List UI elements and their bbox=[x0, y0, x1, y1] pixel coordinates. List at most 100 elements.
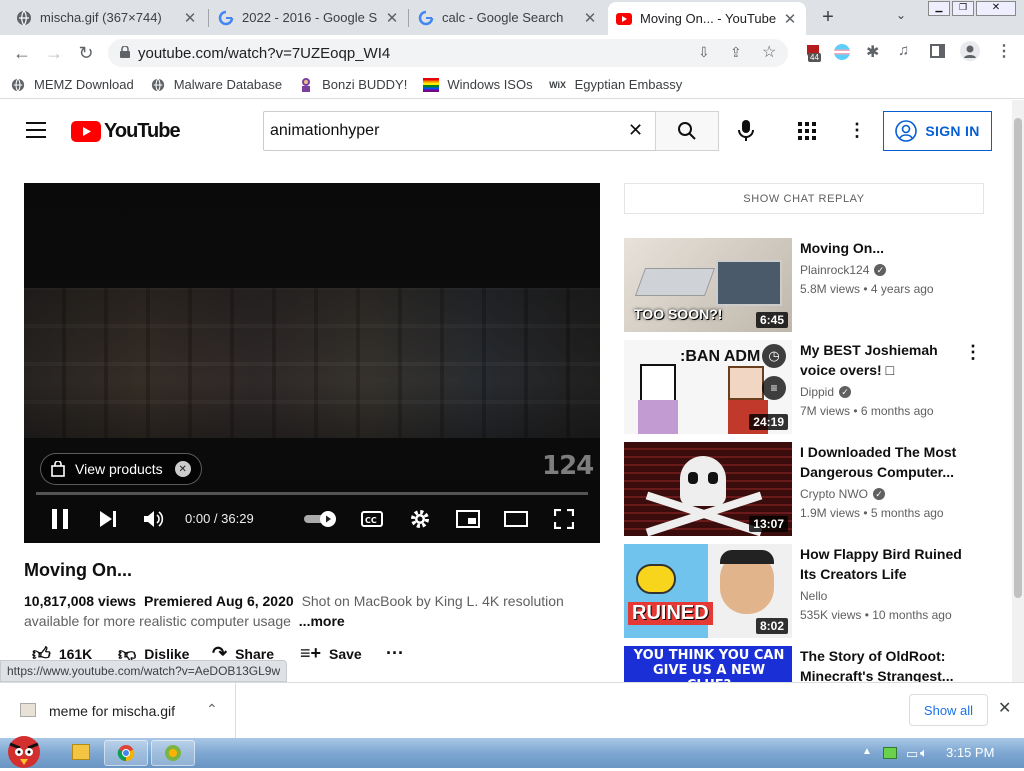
media-control-icon[interactable]: ♫ bbox=[898, 42, 909, 59]
related-video[interactable]: 13:07 I Downloaded The Most Dangerous Co… bbox=[624, 442, 994, 536]
bookmark-star-icon[interactable]: ☆ bbox=[762, 42, 776, 62]
youtube-logo-text: YouTube bbox=[104, 120, 181, 142]
tab-youtube-active[interactable]: Moving On... - YouTube ✕ bbox=[608, 2, 806, 35]
bookmark-bonzi-buddy[interactable]: Bonzi BUDDY! bbox=[298, 77, 407, 93]
next-icon[interactable] bbox=[92, 505, 124, 533]
related-video[interactable]: :BAN ADM ◷ ≡ 24:19 My BEST Joshiemah voi… bbox=[624, 340, 994, 434]
video-stats: 1.9M views • 5 months ago bbox=[800, 506, 944, 520]
address-bar[interactable]: youtube.com/watch?v=7UZEoqp_WI4 ⇩ ⇪ ☆ bbox=[108, 39, 788, 67]
rainbow-flag-icon bbox=[423, 77, 440, 93]
forward-arrow-icon[interactable]: → bbox=[40, 39, 68, 67]
video-thumbnail[interactable]: :BAN ADM ◷ ≡ 24:19 bbox=[624, 340, 792, 434]
close-shelf-icon[interactable]: ✕ bbox=[998, 698, 1011, 718]
close-tab-icon[interactable]: ✕ bbox=[582, 9, 598, 27]
volume-icon[interactable] bbox=[138, 505, 170, 533]
volume-tray-icon[interactable]: 🔈︎ bbox=[920, 745, 928, 761]
clock[interactable]: 3:15 PM bbox=[946, 745, 994, 760]
settings-more-icon[interactable]: ⋮ bbox=[848, 120, 866, 141]
window-close-icon[interactable]: ✕ bbox=[976, 1, 1016, 16]
close-tab-icon[interactable]: ✕ bbox=[182, 9, 198, 27]
hamburger-menu-icon[interactable] bbox=[26, 122, 46, 138]
show-all-button[interactable]: Show all bbox=[909, 694, 988, 726]
dismiss-icon[interactable]: ✕ bbox=[174, 461, 191, 477]
fullscreen-icon[interactable] bbox=[548, 505, 580, 533]
miniplayer-icon[interactable] bbox=[452, 505, 484, 533]
captions-icon[interactable]: CC bbox=[356, 505, 388, 533]
tab-search-chevron-icon[interactable]: ⌄ bbox=[896, 8, 906, 22]
item-menu-icon[interactable]: ⋮ bbox=[964, 342, 982, 363]
channel-name[interactable]: Crypto NWO ✓ bbox=[800, 487, 886, 501]
channel-name[interactable]: Nello bbox=[800, 589, 827, 603]
restore-icon[interactable]: ❐ bbox=[952, 1, 974, 16]
bookmark-malware-database[interactable]: Malware Database bbox=[150, 77, 282, 93]
back-arrow-icon[interactable]: ← bbox=[8, 39, 36, 67]
download-options-chevron-icon[interactable]: ⌃ bbox=[206, 701, 218, 718]
chrome-menu-icon[interactable]: ⋮ bbox=[996, 41, 1012, 61]
network-icon[interactable]: ▭ bbox=[906, 746, 918, 762]
youtube-logo[interactable]: YouTube bbox=[71, 120, 181, 143]
related-video[interactable]: YOU THINK YOU CAN GIVE US A NEW CLUE? Th… bbox=[624, 646, 994, 682]
extensions-puzzle-icon[interactable]: ✱ bbox=[866, 42, 879, 62]
tab-strip: mischa.gif (367×744) ✕ 2022 - 2016 - Goo… bbox=[0, 0, 1024, 35]
channel-label: Nello bbox=[800, 589, 828, 603]
save-button[interactable]: ≡+ Save bbox=[300, 643, 362, 664]
tab-mischa-gif[interactable]: mischa.gif (367×744) ✕ bbox=[8, 2, 206, 33]
channel-name[interactable]: Dippid ✓ bbox=[800, 385, 852, 399]
show-more-link[interactable]: ...more bbox=[299, 613, 345, 629]
clear-search-icon[interactable]: ✕ bbox=[628, 120, 643, 141]
tray-expand-icon[interactable]: ▲ bbox=[862, 746, 872, 757]
progress-bar[interactable] bbox=[36, 492, 588, 495]
file-explorer-icon[interactable] bbox=[72, 744, 90, 760]
bookmark-egyptian-embassy[interactable]: WiX Egyptian Embassy bbox=[549, 77, 682, 93]
profile-avatar-icon[interactable] bbox=[960, 41, 980, 61]
related-video[interactable]: TOO SOON?! 6:45 Moving On... Plainrock12… bbox=[624, 238, 994, 332]
thumbnail-text: TOO SOON?! bbox=[634, 306, 723, 322]
show-chat-replay-button[interactable]: SHOW CHAT REPLAY bbox=[624, 183, 984, 214]
search-input[interactable] bbox=[264, 122, 624, 140]
reload-icon[interactable]: ↻ bbox=[72, 39, 100, 67]
page-scrollbar[interactable] bbox=[1012, 100, 1024, 682]
close-tab-icon[interactable]: ✕ bbox=[782, 10, 798, 28]
video-player[interactable]: 124 View products ✕ 0:00 / 36:29 CC bbox=[24, 183, 600, 543]
sign-in-button[interactable]: SIGN IN bbox=[883, 111, 992, 151]
download-filename: meme for mischa.gif bbox=[49, 703, 176, 719]
new-tab-icon[interactable]: + bbox=[818, 6, 838, 28]
google-icon bbox=[418, 10, 434, 26]
start-angry-bird-icon[interactable] bbox=[2, 730, 46, 768]
minimize-icon[interactable]: ▁ bbox=[928, 1, 950, 16]
autoplay-toggle-icon[interactable] bbox=[304, 505, 338, 533]
video-thumbnail[interactable]: RUINED 8:02 bbox=[624, 544, 792, 638]
bookmark-windows-isos[interactable]: Windows ISOs bbox=[423, 77, 533, 93]
settings-gear-icon[interactable] bbox=[404, 505, 436, 533]
tab-calc-search[interactable]: calc - Google Search ✕ bbox=[410, 2, 606, 33]
extension-adblock-icon[interactable]: 44 bbox=[804, 43, 822, 62]
apps-grid-icon[interactable] bbox=[798, 122, 816, 140]
install-app-icon[interactable]: ⇩ bbox=[698, 44, 710, 61]
related-video[interactable]: RUINED 8:02 How Flappy Bird Ruined Its C… bbox=[624, 544, 994, 638]
taskbar-chrome[interactable] bbox=[104, 740, 148, 766]
theater-mode-icon[interactable] bbox=[500, 505, 532, 533]
video-description[interactable]: 10,817,008 views Premiered Aug 6, 2020 S… bbox=[24, 591, 584, 631]
video-thumbnail[interactable]: YOU THINK YOU CAN GIVE US A NEW CLUE? bbox=[624, 646, 792, 682]
battery-icon[interactable] bbox=[883, 747, 897, 759]
extension-flag-icon[interactable] bbox=[834, 44, 850, 60]
watch-later-icon[interactable]: ◷ bbox=[762, 344, 786, 368]
add-to-queue-icon[interactable]: ≡ bbox=[762, 376, 786, 400]
video-thumbnail[interactable]: TOO SOON?! 6:45 bbox=[624, 238, 792, 332]
pause-icon[interactable] bbox=[44, 505, 76, 533]
scrollbar-thumb[interactable] bbox=[1014, 118, 1022, 598]
view-products-button[interactable]: View products ✕ bbox=[40, 453, 202, 485]
search-button[interactable] bbox=[655, 111, 719, 151]
verified-icon: ✓ bbox=[873, 488, 886, 500]
duration-badge: 13:07 bbox=[749, 516, 788, 532]
side-panel-icon[interactable] bbox=[930, 44, 945, 58]
share-icon[interactable]: ⇪ bbox=[730, 44, 742, 61]
bookmark-memz-download[interactable]: MEMZ Download bbox=[10, 77, 134, 93]
tab-google-search-2022[interactable]: 2022 - 2016 - Google S ✕ bbox=[210, 2, 408, 33]
close-tab-icon[interactable]: ✕ bbox=[384, 9, 400, 27]
voice-search-icon[interactable] bbox=[738, 120, 754, 142]
more-actions-icon[interactable]: ··· bbox=[386, 643, 404, 664]
video-thumbnail[interactable]: 13:07 bbox=[624, 442, 792, 536]
taskbar-app[interactable] bbox=[151, 740, 195, 766]
channel-name[interactable]: Plainrock124 ✓ bbox=[800, 263, 887, 277]
